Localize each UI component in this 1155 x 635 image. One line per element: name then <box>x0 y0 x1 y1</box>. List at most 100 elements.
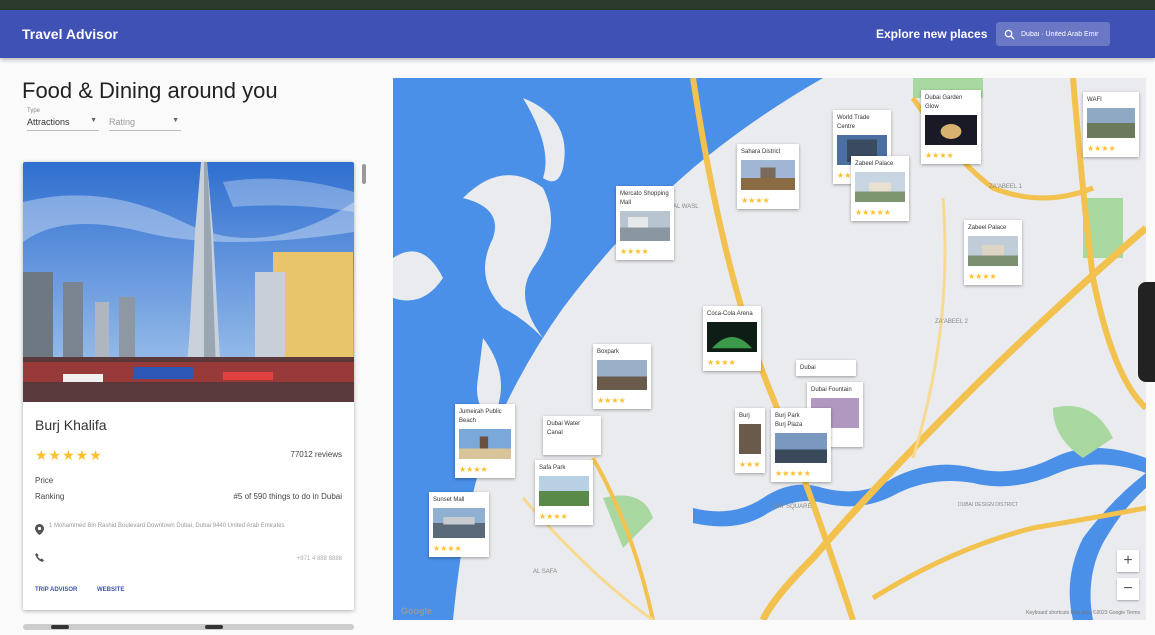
chevron-down-icon: ▼ <box>172 117 179 124</box>
ranking-value: #5 of 590 things to do in Dubai <box>233 492 342 501</box>
place-name: Burj Khalifa <box>35 417 107 433</box>
place-marker-name: WAFI <box>1087 97 1102 103</box>
place-marker-name: Coca-Cola Arena <box>707 311 753 317</box>
place-marker[interactable]: Jumeirah Public Beach ★★★★ <box>455 404 515 478</box>
place-marker-name: Zabeel Palace <box>968 225 1007 231</box>
place-marker-name: Burj Plaza <box>775 422 803 428</box>
map-label: BAY SQUARE <box>773 504 811 510</box>
place-marker-stars: ★★★★ <box>925 151 954 160</box>
place-marker-name: Burj Park <box>775 413 800 419</box>
place-marker[interactable]: Dubai Water Canal <box>543 416 601 455</box>
map-attribution[interactable]: Keyboard shortcuts Map data ©2023 Google… <box>1026 610 1140 616</box>
place-marker-photo <box>620 211 670 241</box>
place-marker[interactable]: Dubai <box>796 360 856 376</box>
place-marker-name: Dubai <box>800 365 816 371</box>
place-marker[interactable]: Coca-Cola Arena ★★★★ <box>703 306 761 371</box>
side-panel-handle[interactable] <box>1138 282 1155 382</box>
place-marker-photo <box>547 438 597 452</box>
place-marker-stars: ★★★★ <box>597 396 626 405</box>
place-marker[interactable]: Burj Park Burj Plaza ★★★★★ <box>771 408 831 482</box>
place-marker[interactable]: WAFI ★★★★ <box>1083 92 1139 157</box>
place-marker-name: World Trade Centre <box>837 115 870 130</box>
map-label: AL SAFA <box>533 569 557 575</box>
type-value: Attractions <box>27 117 70 127</box>
map-view[interactable]: ZA'ABEEL 1 ZA'ABEEL 2 BAY SQUARE DUBAI D… <box>393 78 1146 620</box>
place-marker-stars: ★★★★ <box>968 272 997 281</box>
search-input[interactable] <box>1021 30 1109 38</box>
place-phone: +971 4 888 8888 <box>296 556 342 562</box>
place-marker-photo <box>707 322 757 352</box>
place-marker-stars: ★★★★ <box>707 358 736 367</box>
location-pin-icon <box>35 524 44 535</box>
chevron-down-icon: ▼ <box>90 117 97 124</box>
map-logo: Google <box>401 606 432 616</box>
website-button[interactable]: WEBSITE <box>97 587 124 593</box>
place-marker-photo <box>1087 108 1135 138</box>
place-marker-stars: ★★★★ <box>741 196 770 205</box>
place-photo <box>23 162 354 402</box>
place-marker-photo <box>741 160 795 190</box>
place-marker-photo <box>597 360 647 390</box>
phone-icon <box>35 553 44 562</box>
list-scrollbar[interactable] <box>360 160 368 620</box>
place-marker-name: Dubai Garden Glow <box>925 95 963 110</box>
place-marker-name: Zabeel Palace <box>855 161 894 167</box>
map-label: ZA'ABEEL 2 <box>935 319 969 325</box>
window-top-border <box>0 0 1155 10</box>
place-marker[interactable]: Burj ★★★ <box>735 408 765 473</box>
place-marker[interactable]: Dubai Garden Glow ★★★★ <box>921 90 981 164</box>
place-marker-stars: ★★★★ <box>620 247 649 256</box>
place-marker-photo <box>968 236 1018 266</box>
place-marker-stars: ★★★★★ <box>775 469 811 478</box>
page-title: Food & Dining around you <box>22 78 278 103</box>
place-marker-stars: ★★★★★ <box>855 208 891 217</box>
rating-select[interactable]: Rating ▼ <box>109 108 181 131</box>
place-marker-photo <box>775 433 827 463</box>
place-marker[interactable]: Zabeel Palace ★★★★★ <box>851 156 909 221</box>
rating-stars: ★★★★★ <box>35 447 103 463</box>
trip-advisor-button[interactable]: TRIP ADVISOR <box>35 587 77 593</box>
app-title: Travel Advisor <box>22 26 118 42</box>
place-marker[interactable]: Zabeel Palace ★★★★ <box>964 220 1022 285</box>
place-marker-stars: ★★★ <box>739 460 761 469</box>
zoom-out-button[interactable]: − <box>1117 578 1139 600</box>
place-marker[interactable]: Sahara District ★★★★ <box>737 144 799 209</box>
place-marker-photo <box>855 172 905 202</box>
horizontal-scrollbar[interactable] <box>23 624 354 630</box>
map-label: ZA'ABEEL 1 <box>989 184 1023 190</box>
place-marker-name: Mercato Shopping Mall <box>620 191 669 206</box>
explore-label: Explore new places <box>876 27 988 41</box>
place-marker-stars: ★★★★ <box>1087 144 1116 153</box>
place-marker-stars: ★★★★ <box>433 544 462 553</box>
type-select[interactable]: Type Attractions ▼ <box>27 108 99 131</box>
place-address: 1 Mohammed Bin Rashid Boulevard Downtown… <box>49 523 285 529</box>
map-label: DUBAI DESIGN DISTRICT <box>958 502 1018 508</box>
price-label: Price <box>35 476 54 485</box>
place-marker-photo <box>925 115 977 145</box>
place-marker-photo <box>739 424 761 454</box>
place-marker-name: Dubai Water Canal <box>547 421 581 436</box>
rating-value: Rating <box>109 117 136 127</box>
search-icon <box>1004 29 1015 40</box>
place-marker-name: Boxpark <box>597 349 620 355</box>
map-label: AL WASL <box>673 204 699 210</box>
place-marker-stars: ★★★★ <box>539 512 568 521</box>
review-count: 77012 reviews <box>290 450 342 459</box>
place-marker-name: Jumeirah Public Beach <box>459 409 502 424</box>
type-label: Type <box>27 108 41 114</box>
place-marker-photo <box>433 508 485 538</box>
place-marker-name: Sahara District <box>741 149 781 155</box>
place-marker[interactable]: Sunset Mall ★★★★ <box>429 492 489 557</box>
place-marker[interactable]: Safa Park ★★★★ <box>535 460 593 525</box>
place-marker-photo <box>459 429 511 459</box>
place-marker[interactable]: Boxpark ★★★★ <box>593 344 651 409</box>
place-marker[interactable]: Mercato Shopping Mall ★★★★ <box>616 186 674 260</box>
zoom-in-button[interactable]: + <box>1117 550 1139 572</box>
place-marker-stars: ★★★★ <box>459 465 488 474</box>
ranking-label: Ranking <box>35 492 65 501</box>
place-card: Burj Khalifa ★★★★★ 77012 reviews Price R… <box>23 162 354 610</box>
place-marker-name: Sunset Mall <box>433 497 465 503</box>
search-box[interactable] <box>996 22 1110 46</box>
place-marker-photo <box>539 476 589 506</box>
place-marker-name: Dubai Fountain <box>811 387 852 393</box>
